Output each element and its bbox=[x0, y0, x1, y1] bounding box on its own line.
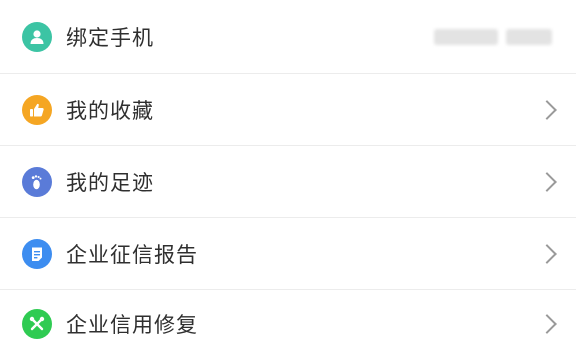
menu-item-label: 企业征信报告 bbox=[66, 242, 198, 267]
menu-item-label: 绑定手机 bbox=[66, 25, 154, 50]
document-icon bbox=[22, 238, 52, 269]
footprint-icon bbox=[22, 166, 52, 197]
menu-item-bind-phone[interactable]: 绑定手机 bbox=[0, 0, 576, 74]
chevron-right-icon bbox=[537, 99, 557, 120]
menu-item-label: 我的足迹 bbox=[66, 170, 154, 195]
chevron-right-icon bbox=[537, 243, 557, 264]
menu-item-footprints[interactable]: 我的足迹 bbox=[0, 146, 576, 218]
menu-item-credit-repair[interactable]: 企业信用修复 bbox=[0, 290, 576, 358]
chevron-right-icon bbox=[537, 314, 557, 334]
masked-segment bbox=[506, 28, 552, 45]
user-icon bbox=[22, 21, 52, 52]
chevron-right-icon bbox=[537, 171, 557, 192]
wrench-icon bbox=[22, 309, 52, 339]
thumbs-up-icon bbox=[22, 94, 52, 125]
masked-phone-number bbox=[434, 28, 552, 45]
menu-item-favorites[interactable]: 我的收藏 bbox=[0, 74, 576, 146]
settings-menu: 绑定手机 我的收藏 我的足迹 企业征信报告 企业信用修复 bbox=[0, 0, 576, 358]
masked-segment bbox=[434, 28, 498, 45]
menu-item-credit-report[interactable]: 企业征信报告 bbox=[0, 218, 576, 290]
menu-item-label: 企业信用修复 bbox=[66, 313, 198, 337]
menu-item-label: 我的收藏 bbox=[66, 98, 154, 123]
